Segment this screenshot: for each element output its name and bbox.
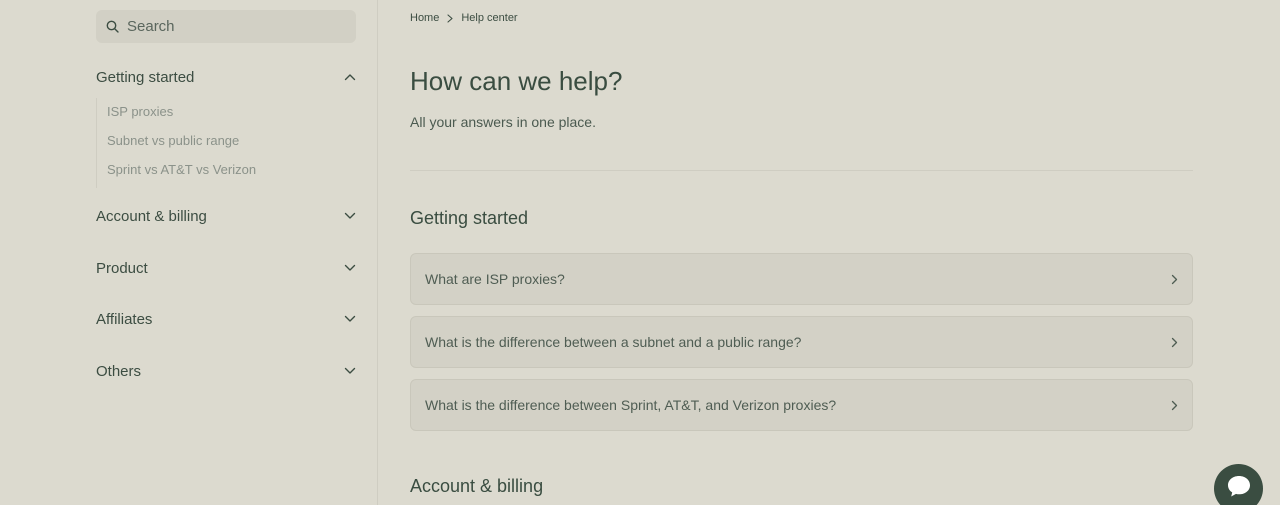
sidebar-item-isp-proxies[interactable]: ISP proxies xyxy=(107,104,173,119)
chevron-right-icon xyxy=(1171,400,1178,411)
main-content: Home Help center How can we help? All yo… xyxy=(379,0,1280,505)
chevron-up-icon xyxy=(344,73,356,81)
sidebar-sublist-getting-started: ISP proxies Subnet vs public range Sprin… xyxy=(96,98,357,188)
divider xyxy=(410,170,1193,171)
faq-question: What is the difference between Sprint, A… xyxy=(425,397,837,413)
search-placeholder: Search xyxy=(127,18,175,35)
sidebar-section-product[interactable]: Product xyxy=(96,257,356,279)
chevron-right-icon xyxy=(447,13,453,23)
sidebar-section-account-billing[interactable]: Account & billing xyxy=(96,205,356,227)
help-center-page: Search Getting started ISP proxies Subne… xyxy=(0,0,1280,505)
sidebar-section-getting-started[interactable]: Getting started xyxy=(96,66,356,88)
section-heading-account-billing: Account & billing xyxy=(410,476,544,496)
faq-question: What are ISP proxies? xyxy=(425,271,565,287)
section-heading-getting-started: Getting started xyxy=(410,208,529,228)
breadcrumb-home-link[interactable]: Home xyxy=(410,12,439,24)
breadcrumb-current: Help center xyxy=(461,12,518,24)
faq-item-sprint-att-verizon[interactable]: What is the difference between Sprint, A… xyxy=(410,379,1193,431)
faq-item-isp-proxies[interactable]: What are ISP proxies? xyxy=(410,253,1193,305)
chevron-down-icon xyxy=(344,212,356,220)
chat-bubble-icon xyxy=(1226,474,1252,503)
sidebar-section-label: Getting started xyxy=(96,68,195,86)
chevron-right-icon xyxy=(1171,337,1178,348)
chevron-right-icon xyxy=(1171,274,1178,285)
chat-launcher-button[interactable] xyxy=(1214,464,1263,505)
sidebar: Search Getting started ISP proxies Subne… xyxy=(0,0,378,505)
sidebar-section-affiliates[interactable]: Affiliates xyxy=(96,308,356,330)
sidebar-section-label: Product xyxy=(96,259,148,277)
chevron-down-icon xyxy=(344,264,356,272)
page-title: How can we help? xyxy=(410,66,623,96)
sidebar-section-label: Affiliates xyxy=(96,310,153,328)
sidebar-section-label: Others xyxy=(96,362,142,380)
sidebar-section-label: Account & billing xyxy=(96,207,207,225)
chevron-down-icon xyxy=(344,315,356,323)
search-input[interactable]: Search xyxy=(96,10,356,43)
faq-question: What is the difference between a subnet … xyxy=(425,334,802,350)
breadcrumb: Home Help center xyxy=(410,12,518,24)
chevron-down-icon xyxy=(344,367,356,375)
sidebar-section-others[interactable]: Others xyxy=(96,360,356,382)
sidebar-item-subnet-vs-public-range[interactable]: Subnet vs public range xyxy=(107,133,239,148)
search-icon xyxy=(106,20,119,33)
page-subtitle: All your answers in one place. xyxy=(410,114,596,130)
faq-item-subnet-public-range[interactable]: What is the difference between a subnet … xyxy=(410,316,1193,368)
sidebar-item-sprint-att-verizon[interactable]: Sprint vs AT&T vs Verizon xyxy=(107,162,256,177)
